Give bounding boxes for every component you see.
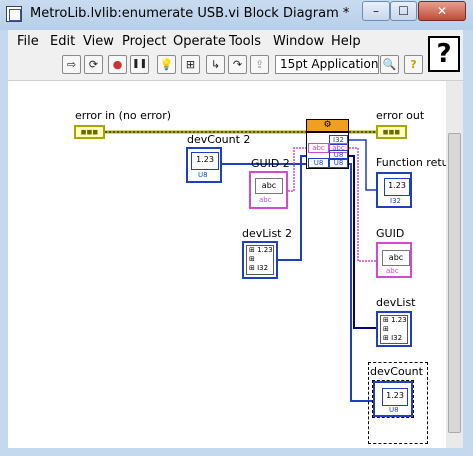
- step-into-icon[interactable]: ↳: [206, 55, 225, 74]
- error-out-label: error out: [376, 109, 425, 122]
- guid2-value: abc: [255, 178, 283, 194]
- run-arrow-icon[interactable]: ⇨: [62, 55, 81, 74]
- function-return-label: Function return: [376, 156, 446, 169]
- function-return-value: 1.23: [384, 178, 410, 196]
- devcount-terminal[interactable]: 1.23 U8: [372, 380, 414, 418]
- menu-file[interactable]: File: [17, 34, 39, 49]
- function-return-type: I32: [390, 197, 401, 205]
- error-in-terminal[interactable]: ◼◼◼: [74, 125, 105, 139]
- block-diagram-canvas[interactable]: error in (no error) ◼◼◼ error out ◼◼◼ ⚙ …: [8, 81, 446, 448]
- labview-vi-icon: [6, 6, 22, 22]
- connector-out-devlist: U8: [329, 150, 348, 160]
- menu-project[interactable]: Project: [122, 34, 166, 49]
- vertical-scrollbar-thumb[interactable]: [448, 133, 461, 433]
- devlist-wire: [349, 155, 376, 329]
- subvi-connector-pane[interactable]: abc I32 abc U8 U8 U8: [306, 132, 349, 169]
- menu-help[interactable]: Help: [331, 34, 361, 49]
- guid-label: GUID: [376, 227, 405, 240]
- guid-value: abc: [382, 250, 410, 266]
- devcount2-type: U8: [198, 171, 208, 179]
- devlist2-label: devList 2: [242, 227, 292, 240]
- error-in-label: error in (no error): [75, 109, 172, 122]
- devcount2-terminal[interactable]: 1.23 U8: [186, 147, 222, 183]
- guid-type: abc: [386, 267, 399, 275]
- guid-terminal[interactable]: abc abc: [376, 242, 412, 278]
- window-title: MetroLib.lvlib:enumerate USB.vi Block Di…: [30, 6, 350, 21]
- devcount-type: U8: [389, 406, 399, 414]
- search-icon[interactable]: 🔍: [380, 55, 399, 74]
- devlist-cluster: ⊞ 1.23 ⊞ ⊞ I32: [380, 315, 408, 344]
- menu-edit[interactable]: Edit: [50, 34, 75, 49]
- menu-operate[interactable]: Operate: [173, 34, 226, 49]
- devlist2-terminal[interactable]: ⊞ 1.23 ⊞ ⊞ I32: [242, 241, 278, 279]
- devcount-label: devCount: [370, 365, 423, 378]
- window-bottom-border: [0, 448, 473, 456]
- guid2-terminal[interactable]: abc abc: [249, 171, 288, 209]
- guid2-wire: [288, 147, 306, 192]
- connector-in-devcount: U8: [308, 158, 329, 168]
- vi-connector-pane-icon: ?: [428, 36, 460, 72]
- minimize-button[interactable]: –: [362, 1, 390, 21]
- devlist-label: devList: [376, 296, 416, 309]
- run-continuous-icon[interactable]: ⟳: [84, 55, 103, 74]
- font-select[interactable]: 15pt Application Font: [275, 55, 379, 74]
- devcount2-value: 1.23: [191, 152, 219, 170]
- menu-window[interactable]: Window: [273, 34, 324, 49]
- guid2-type: abc: [259, 196, 272, 204]
- guid2-label: GUID 2: [251, 157, 290, 170]
- close-button[interactable]: ✕: [418, 1, 466, 21]
- devcount-value: 1.23: [382, 388, 408, 406]
- devcount2-label: devCount 2: [187, 133, 251, 146]
- menu-view[interactable]: View: [83, 34, 114, 49]
- step-over-icon[interactable]: ↷: [228, 55, 247, 74]
- subvi-icon[interactable]: ⚙: [306, 119, 349, 132]
- menu-tools[interactable]: Tools: [229, 34, 261, 49]
- connector-in-guid: abc: [308, 143, 329, 153]
- devlist-terminal[interactable]: ⊞ 1.23 ⊞ ⊞ I32: [376, 311, 412, 347]
- devlist2-cluster: ⊞ 1.23 ⊞ ⊞ I32: [246, 245, 274, 275]
- maximize-button[interactable]: ☐: [390, 1, 417, 21]
- retain-wire-values-icon[interactable]: ⊞: [181, 55, 200, 74]
- step-out-icon[interactable]: ⇪: [250, 55, 269, 74]
- highlight-execution-icon[interactable]: 💡: [157, 55, 176, 74]
- function-return-terminal[interactable]: 1.23 I32: [376, 172, 412, 208]
- context-help-icon[interactable]: ?: [404, 55, 423, 74]
- abort-icon[interactable]: ●: [108, 55, 127, 74]
- pause-icon[interactable]: ❚❚: [130, 55, 149, 74]
- error-out-terminal[interactable]: ◼◼◼: [376, 125, 407, 139]
